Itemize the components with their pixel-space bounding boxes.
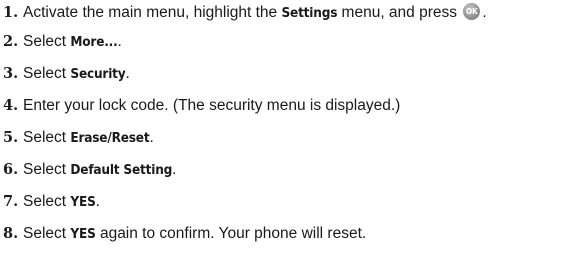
step-4: 4. Enter your lock code. (The security m… <box>0 90 578 122</box>
step-text-post: menu, and press <box>337 4 462 21</box>
step-number: 5. <box>3 129 19 146</box>
step-text: Activate the main menu, highlight the Se… <box>23 0 487 26</box>
step-text-pre: Select <box>23 161 71 178</box>
step-number: 1. <box>3 4 19 21</box>
step-text: Select Security. <box>23 58 130 90</box>
step-6: 6. Select Default Setting. <box>0 154 578 186</box>
step-text: Select Erase/Reset. <box>23 122 154 154</box>
step-number: 4. <box>3 97 19 114</box>
step-text-post: . <box>125 65 130 82</box>
step-text: Select YES again to confirm. Your phone … <box>23 218 366 250</box>
step-text: Select Default Setting. <box>23 154 176 186</box>
step-text-pre: Select <box>23 33 71 50</box>
step-number: 6. <box>3 161 19 178</box>
ok-key-icon: OK <box>463 3 481 21</box>
step-number: 7. <box>3 193 19 210</box>
step-1: 1. Activate the main menu, highlight the… <box>0 0 578 26</box>
menu-name-more: More... <box>70 34 118 50</box>
step-text-pre: Select <box>23 65 71 82</box>
menu-name-settings: Settings <box>281 5 338 21</box>
option-yes: YES <box>70 226 96 242</box>
step-text-pre: Select <box>23 129 71 146</box>
step-text-tail: . <box>482 4 487 21</box>
step-3: 3. Select Security. <box>0 58 578 90</box>
step-text-pre: Select <box>23 225 71 242</box>
instruction-steps: 1. Activate the main menu, highlight the… <box>0 0 578 250</box>
step-text-post: . <box>149 129 154 146</box>
step-7: 7. Select YES. <box>0 186 578 218</box>
step-text: Select YES. <box>23 186 100 218</box>
step-text-pre: Activate the main menu, highlight the <box>23 4 282 21</box>
step-number: 2. <box>3 33 19 50</box>
menu-name-default-setting: Default Setting <box>70 162 173 178</box>
menu-name-security: Security <box>70 66 126 82</box>
step-8: 8. Select YES again to confirm. Your pho… <box>0 218 578 250</box>
step-number: 8. <box>3 225 19 242</box>
menu-name-erase-reset: Erase/Reset <box>70 130 150 146</box>
step-text-pre: Select <box>23 193 71 210</box>
step-text: Enter your lock code. (The security menu… <box>23 97 401 114</box>
step-5: 5. Select Erase/Reset. <box>0 122 578 154</box>
step-2: 2. Select More.... <box>0 26 578 58</box>
step-text-post: again to confirm. Your phone will reset. <box>95 225 367 242</box>
option-yes: YES <box>70 194 96 210</box>
step-text-post: . <box>95 193 100 210</box>
step-text-post: . <box>117 33 122 50</box>
step-number: 3. <box>3 65 19 82</box>
step-text-post: . <box>172 161 177 178</box>
step-text: Select More.... <box>23 26 122 58</box>
